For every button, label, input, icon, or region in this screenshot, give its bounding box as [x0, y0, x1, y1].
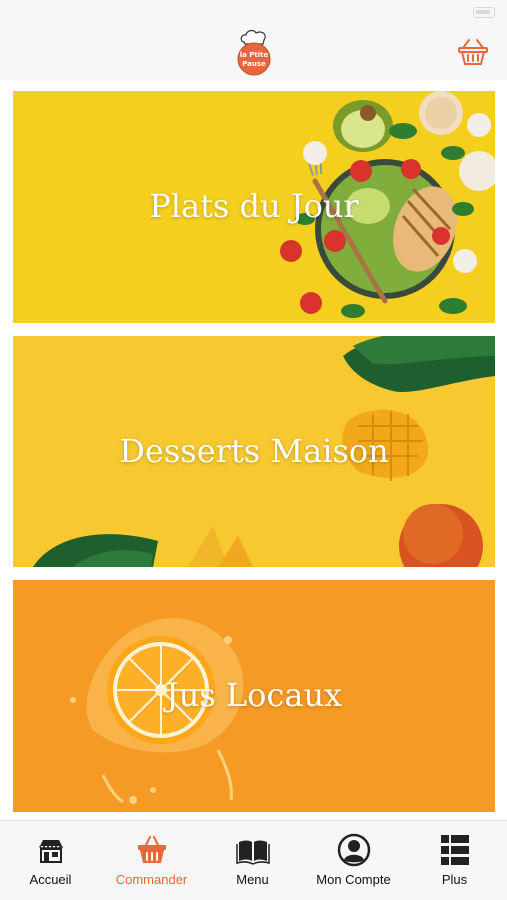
tab-label: Commander: [115, 872, 188, 887]
card-desserts-maison[interactable]: Desserts Maison: [13, 336, 495, 567]
list-icon: [441, 835, 469, 865]
tab-label: Mon Compte: [316, 872, 391, 887]
tab-mon-compte[interactable]: Mon Compte: [303, 821, 404, 900]
logo-text-bottom: Pause: [242, 60, 266, 68]
basket-icon: [138, 836, 166, 863]
store-icon: [39, 840, 63, 863]
basket-icon[interactable]: [457, 38, 489, 66]
status-bar: [0, 0, 507, 26]
card-title: Desserts Maison: [119, 432, 389, 470]
card-jus-locaux[interactable]: Jus Locaux: [13, 580, 495, 812]
tab-label: Menu: [236, 872, 269, 887]
battery-icon: [473, 7, 495, 18]
card-title: Jus Locaux: [165, 676, 343, 714]
tab-commander[interactable]: Commander: [101, 821, 202, 900]
tab-accueil[interactable]: Accueil: [0, 821, 101, 900]
logo-text-top: la Ptite: [240, 51, 269, 59]
card-title: Plats du Jour: [149, 187, 359, 225]
card-plats-du-jour[interactable]: Plats du Jour: [13, 91, 495, 323]
category-list: Plats du Jour Desserts Maison Jus Locaux: [0, 80, 507, 820]
tab-label: Accueil: [29, 872, 72, 887]
app-logo: la Ptite Pause: [237, 29, 271, 76]
book-icon: [236, 840, 270, 865]
app-header: la Ptite Pause: [0, 26, 507, 80]
tab-menu[interactable]: Menu: [202, 821, 303, 900]
tab-label: Plus: [441, 872, 468, 887]
user-icon: [337, 833, 371, 867]
tab-bar: Accueil Commander Menu Mon Compte Plus: [0, 820, 507, 900]
tab-plus[interactable]: Plus: [404, 821, 505, 900]
